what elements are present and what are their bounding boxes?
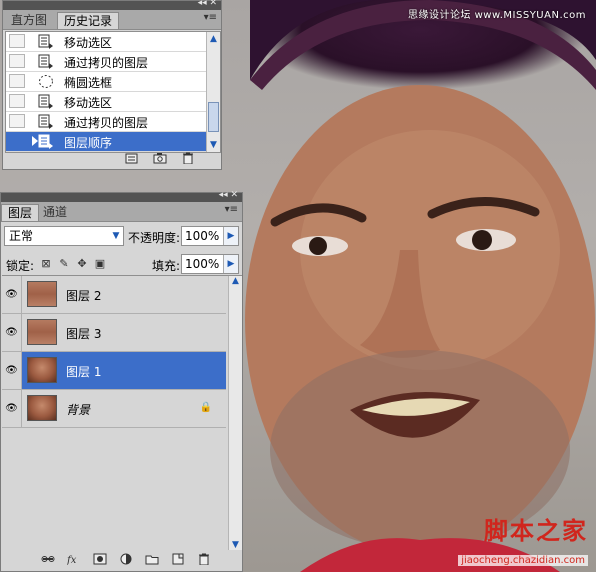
history-footer [125, 150, 195, 166]
layer-name: 背景 [66, 403, 91, 417]
history-state-icon [38, 134, 53, 149]
history-item-label: 移动选区 [64, 36, 113, 50]
lock-icons: ⊠ ✎ ✥ ▣ [40, 258, 106, 270]
fx-icon[interactable]: fx [67, 553, 81, 565]
lock-icon: 🔒 [199, 402, 212, 413]
history-item-selected[interactable]: 图层顺序 [6, 132, 220, 152]
history-item[interactable]: 通过拷贝的图层 [6, 112, 220, 132]
fill-field[interactable]: 100% ▶ [181, 254, 239, 274]
lock-transparent-icon[interactable]: ⊠ [40, 258, 52, 270]
lock-all-icon[interactable]: ▣ [94, 258, 106, 270]
history-item[interactable]: 通过拷贝的图层 [6, 52, 220, 72]
tab-layers[interactable]: 图层 [1, 204, 40, 221]
history-item-label: 移动选区 [64, 96, 113, 110]
snapshot-source-box[interactable] [9, 54, 25, 68]
snapshot-source-box[interactable] [9, 34, 25, 48]
layer-row-selected[interactable]: 👁 图层 1 [2, 352, 226, 390]
history-state-icon [38, 34, 53, 49]
panel-topbar[interactable]: ◂◂ ✕ [1, 190, 242, 202]
history-state-icon [38, 54, 53, 69]
link-icon[interactable] [41, 553, 55, 565]
panel-topbar[interactable]: ◂◂ ✕ [3, 0, 221, 10]
history-panel: ◂◂ ✕ 直方图 历史记录 ▾≡ 移动选区 通过拷贝的图层 椭圆选框 移动选区 [2, 0, 222, 170]
panel-menu-icon[interactable]: ▾≡ [204, 12, 217, 23]
tab-history[interactable]: 历史记录 [57, 12, 120, 29]
fill-value: 100% [185, 257, 220, 271]
delete-icon[interactable] [197, 553, 211, 565]
eye-icon[interactable]: 👁 [2, 314, 22, 351]
opacity-value: 100% [185, 229, 220, 243]
scroll-up-icon[interactable]: ▲ [229, 276, 242, 286]
new-snapshot-icon[interactable] [153, 152, 167, 164]
tab-channels[interactable]: 通道 [37, 204, 73, 221]
collapse-icon[interactable]: ◂◂ ✕ [198, 0, 217, 8]
scroll-down-icon[interactable]: ▼ [207, 138, 220, 152]
snapshot-source-box[interactable] [9, 114, 25, 128]
layer-name: 图层 1 [66, 365, 102, 379]
history-item-label: 通过拷贝的图层 [64, 116, 149, 130]
ellipse-marquee-icon [39, 75, 53, 88]
history-item-label: 图层顺序 [64, 136, 113, 150]
blend-mode-value: 正常 [9, 229, 34, 243]
opacity-field[interactable]: 100% ▶ [181, 226, 239, 246]
eye-icon[interactable]: 👁 [2, 352, 22, 389]
eye-icon[interactable]: 👁 [2, 390, 22, 427]
snapshot-source-box[interactable] [9, 94, 25, 108]
scrollbar-thumb[interactable] [208, 102, 219, 132]
new-layer-icon[interactable] [171, 553, 185, 565]
layers-tabbar: 图层 通道 ▾≡ [1, 202, 242, 222]
chevron-right-icon[interactable]: ▶ [223, 227, 238, 245]
layer-name: 图层 2 [66, 289, 102, 303]
layer-row[interactable]: 👁 背景 🔒 [2, 390, 226, 428]
fill-label: 填充: [152, 259, 181, 273]
panel-menu-icon[interactable]: ▾≡ [225, 204, 238, 215]
history-item[interactable]: 移动选区 [6, 92, 220, 112]
scroll-down-icon[interactable]: ▼ [229, 540, 242, 550]
layer-thumbnail [27, 395, 57, 421]
layer-row[interactable]: 👁 图层 3 [2, 314, 226, 352]
chevron-down-icon[interactable]: ▼ [109, 227, 123, 245]
scroll-up-icon[interactable]: ▲ [207, 32, 220, 46]
opacity-label: 不透明度: [128, 231, 181, 245]
watermark-bottom-url: jiaocheng.chazidian.com [458, 555, 588, 566]
delete-icon[interactable] [181, 152, 195, 164]
layer-thumbnail [27, 281, 57, 307]
layer-row[interactable]: 👁 图层 2 [2, 276, 226, 314]
snapshot-source-box[interactable] [9, 134, 25, 148]
mask-icon[interactable] [93, 553, 107, 565]
layers-panel: ◂◂ ✕ 图层 通道 ▾≡ 正常 ▼ 不透明度: 100% ▶ 锁定: ⊠ ✎ … [0, 190, 243, 572]
layer-thumbnail [27, 319, 57, 345]
new-document-icon[interactable] [125, 152, 139, 164]
history-item-label: 通过拷贝的图层 [64, 56, 149, 70]
watermark-top: 思缘设计论坛 www.MISSYUAN.com [407, 10, 586, 21]
layers-footer: fx [41, 551, 211, 567]
snapshot-source-box[interactable] [9, 74, 25, 88]
history-state-icon [38, 114, 53, 129]
history-item[interactable]: 移动选区 [6, 32, 220, 52]
lock-pixels-icon[interactable]: ✎ [58, 258, 70, 270]
lock-position-icon[interactable]: ✥ [76, 258, 88, 270]
history-item-label: 椭圆选框 [64, 76, 113, 90]
layer-name: 图层 3 [66, 327, 102, 341]
svg-text:fx: fx [67, 555, 77, 565]
collapse-icon[interactable]: ◂◂ ✕ [219, 190, 238, 200]
chevron-right-icon[interactable]: ▶ [223, 255, 238, 273]
tab-histogram[interactable]: 直方图 [5, 12, 53, 29]
adjustment-icon[interactable] [119, 553, 133, 565]
layer-list: 👁 图层 2 👁 图层 3 👁 图层 1 👁 背景 🔒 ▲ ▼ [2, 275, 242, 550]
layers-scrollbar[interactable]: ▲ ▼ [228, 276, 242, 550]
blend-mode-select[interactable]: 正常 ▼ [4, 226, 124, 246]
history-item[interactable]: 椭圆选框 [6, 72, 220, 92]
eye-icon[interactable]: 👁 [2, 276, 22, 313]
watermark-bottom: 脚本之家 [484, 517, 588, 545]
lock-label: 锁定: [6, 259, 35, 273]
history-list: 移动选区 通过拷贝的图层 椭圆选框 移动选区 通过拷贝的图层 图层顺序 ▲ ▼ [5, 31, 221, 153]
layer-thumbnail [27, 357, 57, 383]
group-icon[interactable] [145, 553, 159, 565]
history-scrollbar[interactable]: ▲ ▼ [206, 32, 220, 152]
history-state-icon [38, 94, 53, 109]
history-tabbar: 直方图 历史记录 ▾≡ [3, 10, 221, 30]
